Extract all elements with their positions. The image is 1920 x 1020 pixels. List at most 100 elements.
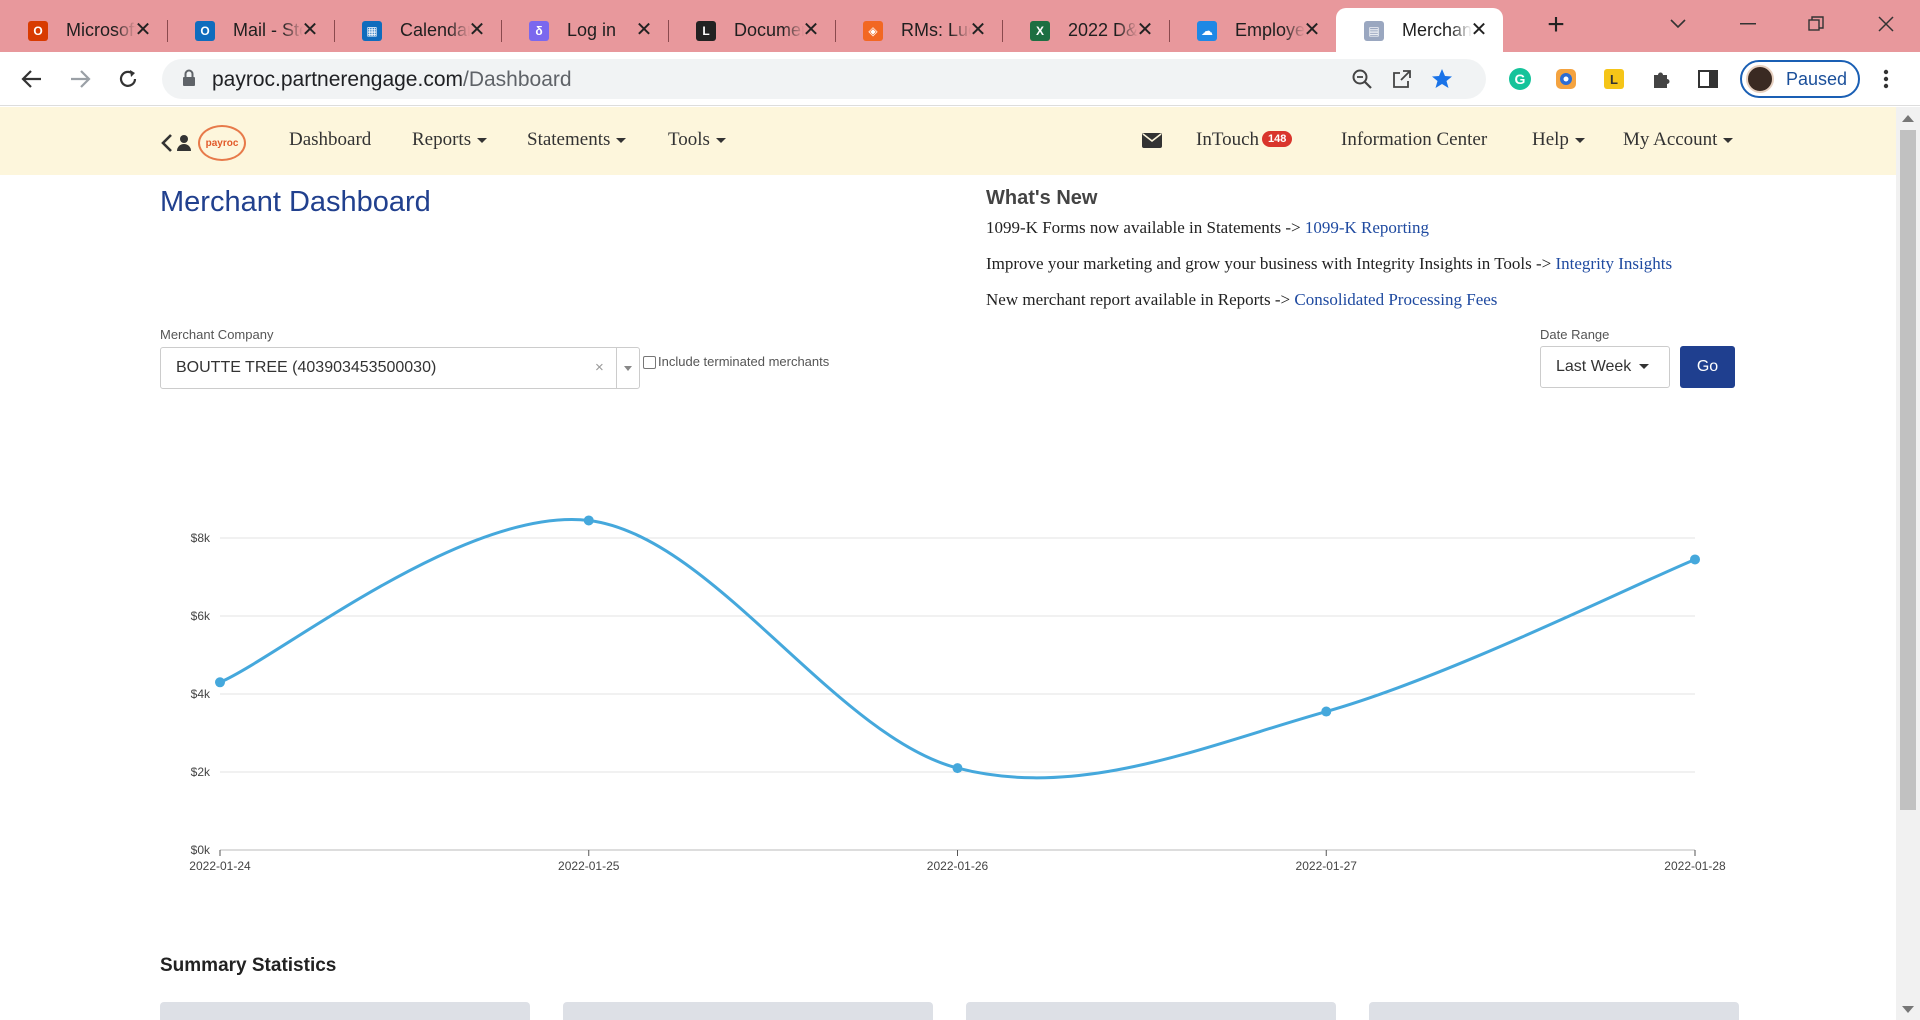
close-tab-icon[interactable]: ✕ — [1135, 20, 1155, 40]
nav-intouch[interactable]: InTouch 148 — [1196, 129, 1293, 151]
date-range-dropdown[interactable]: Last Week — [1540, 346, 1670, 388]
data-point — [1690, 554, 1700, 565]
summary-card — [966, 1002, 1336, 1020]
summary-card — [160, 1002, 530, 1020]
share-icon[interactable] — [1390, 67, 1414, 91]
browser-menu-icon[interactable] — [1872, 65, 1900, 93]
y-tick-label: $4k — [191, 687, 211, 701]
merchant-company-select[interactable]: BOUTTE TREE (403903453500030) × — [160, 347, 640, 389]
tab-title: Employee — [1235, 19, 1305, 40]
include-terminated-checkbox[interactable] — [643, 356, 656, 369]
nav-information-center[interactable]: Information Center — [1341, 129, 1487, 151]
zoom-icon[interactable] — [1350, 67, 1374, 91]
y-tick-label: $8k — [191, 531, 211, 545]
reload-icon[interactable] — [110, 61, 146, 97]
browser-tab[interactable]: ▦ Calendar ✕ — [334, 8, 501, 52]
side-panel-icon[interactable] — [1694, 65, 1722, 93]
payroc-logo[interactable]: payroc — [198, 125, 246, 161]
browser-tab[interactable]: ◈ RMs: Lucid✕ — [835, 8, 1002, 52]
link-integrity-insights[interactable]: Integrity Insights — [1555, 254, 1672, 273]
intouch-count-badge: 148 — [1262, 131, 1293, 147]
nav-my-account[interactable]: My Account — [1623, 129, 1734, 151]
nav-statements[interactable]: Statements — [527, 129, 627, 151]
scroll-up-icon[interactable] — [1902, 115, 1914, 122]
nav-dashboard[interactable]: Dashboard — [289, 129, 371, 151]
new-tab-button[interactable]: + — [1538, 8, 1574, 44]
tab-title: Log in — [567, 19, 617, 40]
link-consolidated-processing-fees[interactable]: Consolidated Processing Fees — [1294, 290, 1497, 309]
data-point — [583, 515, 594, 526]
whats-new-item: New merchant report available in Reports… — [986, 290, 1498, 309]
summary-statistics-heading: Summary Statistics — [160, 955, 337, 976]
browser-tab[interactable]: ☁ Employee✕ — [1169, 8, 1336, 52]
browser-tab[interactable]: X 2022 D&B✕ — [1002, 8, 1169, 52]
tab-search-icon[interactable] — [1652, 6, 1704, 42]
bookmark-star-icon[interactable] — [1430, 67, 1454, 91]
tab-favicon-icon: X — [1030, 21, 1050, 41]
whats-new-heading: What's New — [986, 187, 1098, 209]
data-point — [215, 677, 225, 688]
chevron-down-icon[interactable] — [624, 366, 632, 371]
close-tab-icon[interactable]: ✕ — [968, 20, 988, 40]
include-terminated-label: Include terminated merchants — [658, 354, 830, 369]
lock-icon[interactable] — [182, 69, 196, 92]
site-navbar: payroc Dashboard Reports Statements Tool… — [0, 107, 1896, 175]
close-tab-icon[interactable]: ✕ — [1469, 20, 1489, 40]
close-window-icon[interactable] — [1860, 6, 1912, 42]
browser-tab[interactable]: δ Log in ✕ — [501, 8, 668, 52]
svg-text:L: L — [1610, 72, 1618, 87]
restore-icon[interactable] — [1790, 6, 1842, 42]
tab-title: Merchant — [1402, 19, 1472, 40]
browser-tab-strip: OMicrosoft✕OMail - Stephanie✕▦Calendar✕δ… — [0, 0, 1920, 52]
tab-favicon-icon: ◈ — [863, 21, 883, 41]
tab-favicon-icon: O — [195, 21, 215, 41]
clear-selection-icon[interactable]: × — [595, 359, 604, 376]
close-tab-icon[interactable]: ✕ — [133, 20, 153, 40]
data-point — [952, 763, 963, 774]
y-tick-label: $6k — [191, 609, 211, 623]
go-button[interactable]: Go — [1680, 346, 1735, 388]
close-tab-icon[interactable]: ✕ — [634, 20, 654, 40]
brand[interactable]: payroc — [160, 125, 246, 161]
nav-help[interactable]: Help — [1532, 129, 1585, 151]
user-icon[interactable] — [176, 134, 192, 152]
close-tab-icon[interactable]: ✕ — [300, 20, 320, 40]
whats-new-item: 1099-K Forms now available in Statements… — [986, 218, 1430, 237]
browser-tab[interactable]: O Microsoft ✕ — [0, 8, 167, 52]
page-title: Merchant Dashboard — [160, 186, 431, 218]
grammarly-icon[interactable]: G — [1506, 65, 1534, 93]
nav-tools[interactable]: Tools — [668, 129, 726, 151]
address-bar[interactable]: payroc.partnerengage.com/Dashboard — [162, 59, 1486, 99]
series-line — [219, 517, 1696, 780]
browser-tab[interactable]: ▤ Merchant ✕ — [1336, 8, 1503, 52]
scroll-down-icon[interactable] — [1902, 1006, 1914, 1013]
tab-favicon-icon: L — [696, 21, 716, 41]
browser-toolbar: payroc.partnerengage.com/Dashboard G L P… — [0, 52, 1920, 106]
data-point — [1321, 706, 1332, 717]
extension-color-icon[interactable] — [1552, 65, 1580, 93]
profile-button[interactable]: Paused — [1740, 60, 1860, 98]
minimize-icon[interactable] — [1722, 6, 1774, 42]
y-tick-label: $2k — [191, 765, 211, 779]
scrollbar-thumb[interactable] — [1900, 130, 1916, 810]
close-tab-icon[interactable]: ✕ — [1302, 20, 1322, 40]
tab-title: RMs: Lucid — [901, 19, 971, 40]
extension-yellow-icon[interactable]: L — [1600, 65, 1628, 93]
whats-new-item: Improve your marketing and grow your bus… — [986, 254, 1673, 273]
extensions-puzzle-icon[interactable] — [1648, 65, 1676, 93]
x-tick-label: 2022-01-24 — [189, 859, 251, 873]
link-1099k-reporting[interactable]: 1099-K Reporting — [1305, 218, 1429, 237]
tab-title: 2022 D&B — [1068, 19, 1138, 40]
envelope-icon[interactable] — [1142, 132, 1162, 154]
browser-tab[interactable]: L Document✕ — [668, 8, 835, 52]
x-tick-label: 2022-01-28 — [1664, 859, 1726, 873]
browser-tab[interactable]: O Mail - Stephanie✕ — [167, 8, 334, 52]
chevron-left-icon[interactable] — [160, 133, 174, 153]
date-range-label: Date Range — [1540, 327, 1610, 342]
close-tab-icon[interactable]: ✕ — [801, 20, 821, 40]
forward-arrow-icon[interactable] — [62, 61, 98, 97]
nav-reports[interactable]: Reports — [412, 129, 488, 151]
back-arrow-icon[interactable] — [14, 61, 50, 97]
close-tab-icon[interactable]: ✕ — [467, 20, 487, 40]
chevron-down-icon — [616, 138, 627, 144]
